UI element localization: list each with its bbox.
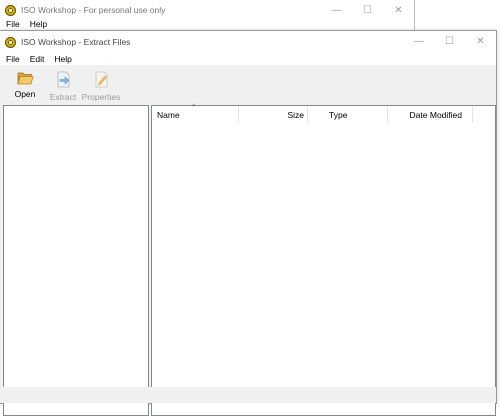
toolbar: Open Extract Properties (0, 65, 496, 103)
iso-workshop-app-icon (5, 4, 16, 16)
properties-button[interactable]: Properties (82, 65, 120, 102)
extract-icon (57, 71, 69, 88)
main-menubar: File Help (0, 18, 414, 30)
properties-label: Properties (81, 92, 121, 102)
menu-file[interactable]: File (6, 19, 20, 29)
maximize-button[interactable]: ☐ (352, 0, 383, 20)
column-header-date-modified[interactable]: Date Modified (388, 106, 473, 123)
open-button[interactable]: Open (6, 65, 44, 99)
menu-file[interactable]: File (6, 54, 20, 64)
menu-edit[interactable]: Edit (30, 54, 45, 64)
minimize-button[interactable]: — (403, 31, 434, 51)
column-header-type-label: Type (329, 109, 348, 120)
main-window-title: ISO Workshop - For personal use only (21, 5, 166, 15)
column-header-size-label: Size (287, 109, 304, 120)
file-list-header: ^ Name Size Type Date Modified (152, 104, 495, 124)
column-header-size[interactable]: Size (239, 106, 308, 123)
column-header-name-label: Name (157, 109, 180, 120)
folder-tree-pane[interactable] (3, 105, 149, 416)
menu-help[interactable]: Help (30, 19, 47, 29)
iso-workshop-app-icon (5, 36, 16, 48)
sort-ascending-icon: ^ (192, 104, 196, 111)
column-header-date-label: Date Modified (409, 109, 462, 120)
folder-open-icon (16, 72, 34, 85)
status-bar (0, 387, 496, 403)
column-header-name[interactable]: ^ Name (152, 104, 239, 123)
minimize-button[interactable]: — (321, 0, 352, 20)
extract-button[interactable]: Extract (44, 65, 82, 102)
extract-window-titlebar[interactable]: ISO Workshop - Extract Files — ☐ ✕ (0, 31, 496, 53)
extract-window-title: ISO Workshop - Extract Files (21, 37, 131, 47)
column-header-type[interactable]: Type (308, 106, 388, 123)
properties-icon (95, 71, 107, 88)
main-window-titlebar[interactable]: ISO Workshop - For personal use only — ☐… (0, 0, 414, 20)
extract-label: Extract (49, 92, 77, 102)
open-label: Open (14, 89, 36, 99)
close-button[interactable]: ✕ (465, 31, 496, 51)
extract-menubar: File Edit Help (0, 53, 496, 65)
menu-help[interactable]: Help (54, 54, 71, 64)
close-button[interactable]: ✕ (383, 0, 414, 20)
file-list-pane[interactable]: ^ Name Size Type Date Modified (151, 104, 496, 416)
extract-files-window: ISO Workshop - Extract Files — ☐ ✕ File … (0, 30, 497, 416)
maximize-button[interactable]: ☐ (434, 31, 465, 51)
